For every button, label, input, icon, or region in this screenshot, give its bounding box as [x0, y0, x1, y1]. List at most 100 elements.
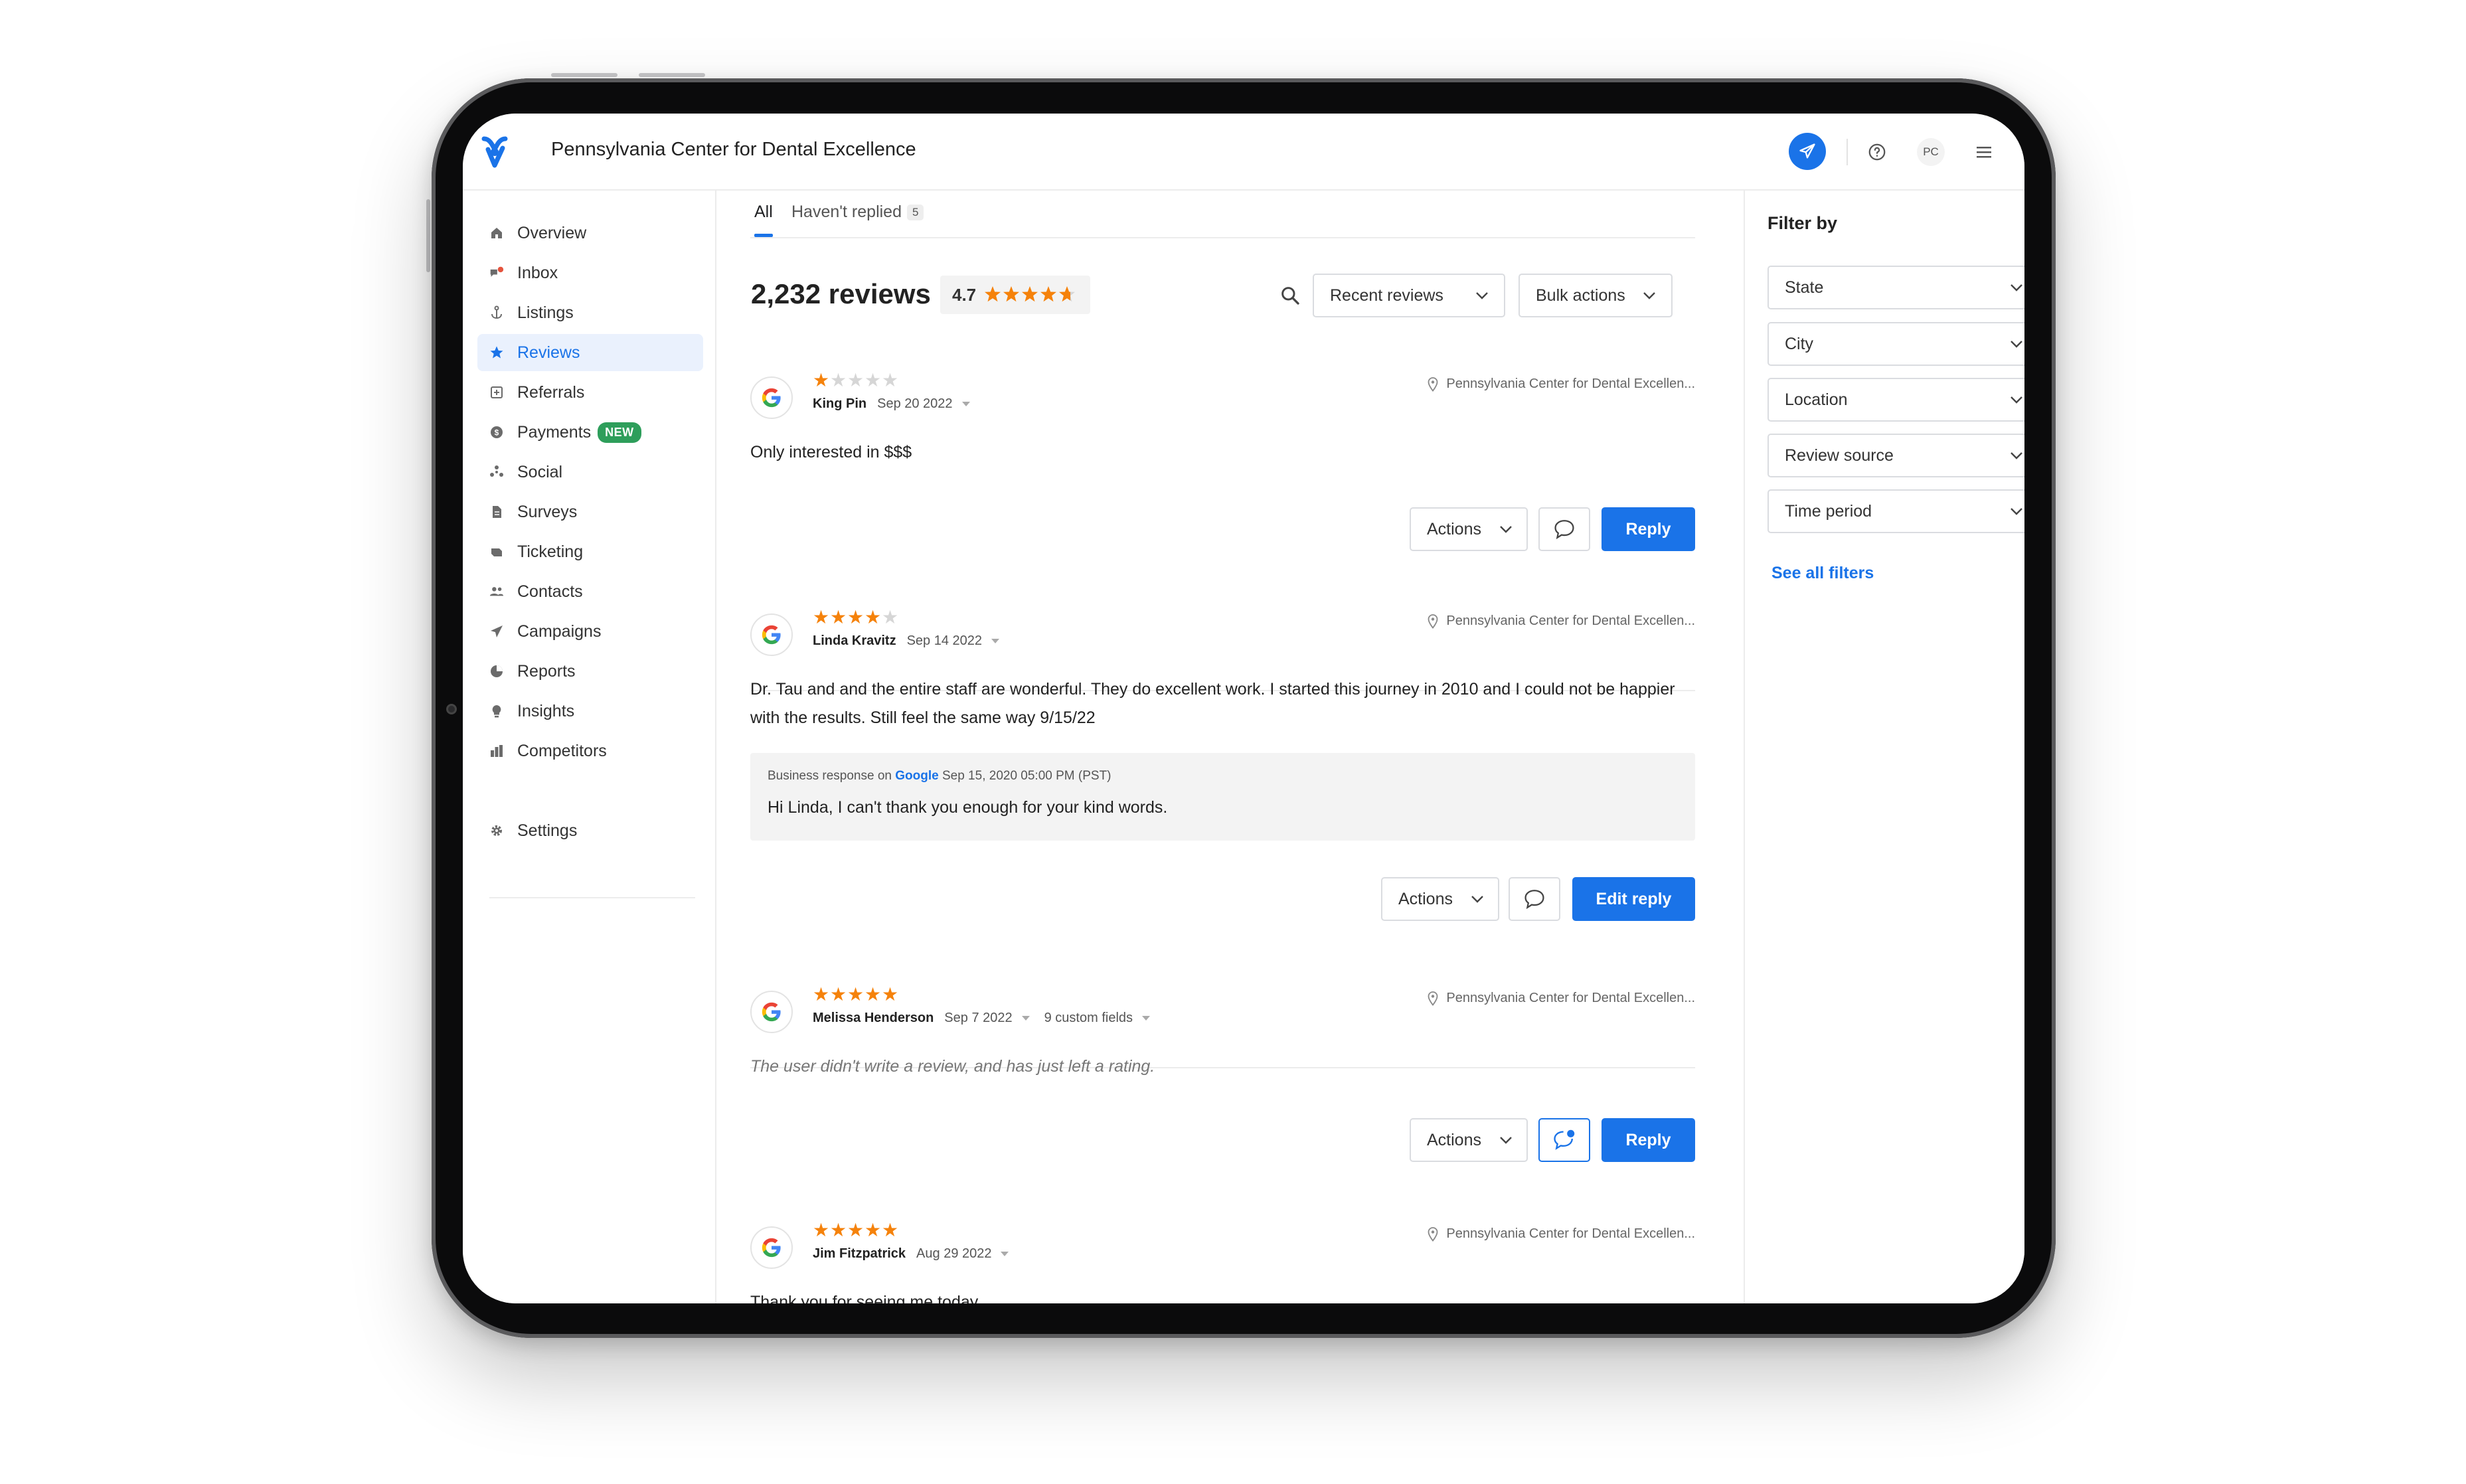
- sidebar-item-overview[interactable]: Overview: [477, 214, 703, 252]
- caret-down-icon[interactable]: [1021, 1016, 1030, 1021]
- location-filter-dropdown[interactable]: Location: [1767, 378, 2024, 422]
- actions-dropdown[interactable]: Actions: [1381, 877, 1499, 921]
- google-source-icon: [750, 991, 793, 1033]
- sidebar-item-insights[interactable]: Insights: [477, 693, 703, 730]
- sidebar-item-contacts[interactable]: Contacts: [477, 573, 703, 610]
- time-period-filter-dropdown[interactable]: Time period: [1767, 489, 2024, 533]
- filled-star-icon: ★: [830, 607, 847, 627]
- location-pin-icon: [1428, 1226, 1438, 1242]
- send-request-button[interactable]: [1789, 133, 1826, 170]
- sidebar-item-listings[interactable]: Listings: [477, 294, 703, 331]
- filled-star-icon: ★: [864, 1220, 882, 1240]
- search-icon: [1281, 287, 1299, 305]
- volume-up-button-hardware: [551, 73, 617, 77]
- sidebar-item-inbox[interactable]: Inbox: [477, 254, 703, 291]
- search-reviews-button[interactable]: [1275, 281, 1305, 310]
- reviewer-info: Jim Fitzpatrick Aug 29 2022: [813, 1246, 1009, 1262]
- sidebar-item-label: Settings: [517, 821, 578, 840]
- sidebar-item-campaigns[interactable]: Campaigns: [477, 613, 703, 650]
- sidebar-item-reviews[interactable]: Reviews: [477, 334, 703, 371]
- caret-down-icon[interactable]: [1001, 1252, 1009, 1256]
- tab-havent-replied[interactable]: Haven't replied 5: [791, 203, 924, 237]
- hamburger-menu-button[interactable]: [1970, 138, 1998, 166]
- rating-star-icon: [1003, 286, 1020, 302]
- filter-label: State: [1785, 278, 1824, 297]
- reviews-main-panel: All Haven't replied 5 2,232 reviews 4.7: [718, 191, 1744, 1303]
- comment-button[interactable]: [1538, 507, 1590, 551]
- comment-notification-icon: [1554, 1129, 1575, 1150]
- review-card: ★ ★ ★ ★ ★ King Pin Sep 20 2022 Pennsylvania …: [750, 371, 1695, 609]
- sidebar-item-competitors[interactable]: Competitors: [477, 732, 703, 770]
- empty-star-icon: ★: [882, 607, 899, 627]
- actions-dropdown[interactable]: Actions: [1410, 1118, 1528, 1162]
- tab-all[interactable]: All: [754, 203, 773, 237]
- review-date: Sep 20 2022: [877, 396, 953, 411]
- help-button[interactable]: [1863, 138, 1891, 166]
- caret-down-icon[interactable]: [1142, 1016, 1151, 1021]
- caret-down-icon[interactable]: [991, 639, 1000, 643]
- review-location: Pennsylvania Center for Dental Excellen.…: [1428, 1226, 1695, 1242]
- sidebar-item-settings[interactable]: Settings: [477, 812, 703, 849]
- toolbar-divider: [1847, 139, 1848, 165]
- user-avatar[interactable]: PC: [1917, 138, 1945, 166]
- top-bar: Pennsylvania Center for Dental Excellenc…: [463, 114, 2024, 191]
- filled-star-icon: ★: [813, 370, 830, 390]
- review-card: ★ ★ ★ ★ ★ Linda Kravitz Sep 14 2022 Pennsylv…: [750, 608, 1695, 985]
- response-source-link[interactable]: Google: [895, 769, 938, 783]
- response-prefix: Business response on: [768, 769, 892, 783]
- sidebar-item-social[interactable]: Social: [477, 453, 703, 491]
- comment-button[interactable]: [1509, 877, 1560, 921]
- state-filter-dropdown[interactable]: State: [1767, 266, 2024, 309]
- review-source-filter-dropdown[interactable]: Review source: [1767, 434, 2024, 477]
- filled-star-icon: ★: [882, 984, 899, 1005]
- filled-star-icon: ★: [830, 1220, 847, 1240]
- average-rating-stars: [985, 286, 1076, 302]
- chevron-down-icon: [1471, 896, 1483, 903]
- location-name: Pennsylvania Center for Dental Excellen.…: [1446, 614, 1695, 628]
- home-icon: [489, 226, 504, 240]
- actions-dropdown[interactable]: Actions: [1410, 507, 1528, 551]
- city-filter-dropdown[interactable]: City: [1767, 322, 2024, 366]
- filter-label: Location: [1785, 390, 1848, 409]
- review-star-rating: ★ ★ ★ ★ ★: [813, 1221, 899, 1240]
- empty-star-icon: ★: [864, 370, 882, 390]
- review-star-rating: ★ ★ ★ ★ ★: [813, 985, 899, 1004]
- sidebar: Overview Inbox Listings Reviews Referral…: [463, 191, 716, 1303]
- brand-logo[interactable]: [475, 132, 515, 172]
- bar-chart-icon: [489, 744, 504, 758]
- edit-reply-button[interactable]: Edit reply: [1572, 877, 1695, 921]
- social-network-icon: [489, 465, 504, 479]
- sidebar-item-referrals[interactable]: Referrals: [477, 374, 703, 411]
- reply-button[interactable]: Reply: [1602, 507, 1695, 551]
- reply-button[interactable]: Reply: [1602, 1118, 1695, 1162]
- sidebar-item-ticketing[interactable]: Ticketing: [477, 533, 703, 570]
- sort-dropdown-label: Recent reviews: [1330, 286, 1443, 305]
- people-icon: [489, 584, 504, 599]
- caret-down-icon[interactable]: [961, 402, 970, 406]
- chevron-down-icon: [1500, 1137, 1512, 1144]
- sidebar-item-payments[interactable]: $ Payments NEW: [477, 414, 703, 451]
- star-icon: [489, 345, 504, 360]
- comment-button[interactable]: [1538, 1118, 1590, 1162]
- sidebar-item-reports[interactable]: Reports: [477, 653, 703, 690]
- see-all-filters-link[interactable]: See all filters: [1771, 564, 1874, 583]
- chevron-down-icon: [1500, 526, 1512, 533]
- review-card: ★ ★ ★ ★ ★ Jim Fitzpatrick Aug 29 2022 Pennsy…: [750, 1221, 1695, 1303]
- sort-dropdown[interactable]: Recent reviews: [1313, 274, 1505, 317]
- volume-down-button-hardware: [639, 73, 705, 77]
- actions-label: Actions: [1427, 1130, 1481, 1149]
- review-location: Pennsylvania Center for Dental Excellen.…: [1428, 376, 1695, 392]
- filled-star-icon: ★: [847, 1220, 864, 1240]
- unreplied-count-badge: 5: [906, 205, 924, 220]
- response-timestamp: Sep 15, 2020 05:00 PM (PST): [942, 769, 1111, 783]
- custom-fields-toggle[interactable]: 9 custom fields: [1044, 1011, 1133, 1026]
- filter-label: Review source: [1785, 446, 1894, 465]
- new-badge: NEW: [598, 422, 641, 443]
- app-screen: Pennsylvania Center for Dental Excellenc…: [463, 114, 2024, 1303]
- chat-bubbles-icon: [489, 266, 504, 280]
- review-location: Pennsylvania Center for Dental Excellen.…: [1428, 614, 1695, 629]
- reviewer-name: Melissa Henderson: [813, 1011, 934, 1025]
- sidebar-item-surveys[interactable]: Surveys: [477, 493, 703, 531]
- bulk-actions-dropdown[interactable]: Bulk actions: [1519, 274, 1673, 317]
- document-icon: [489, 505, 504, 519]
